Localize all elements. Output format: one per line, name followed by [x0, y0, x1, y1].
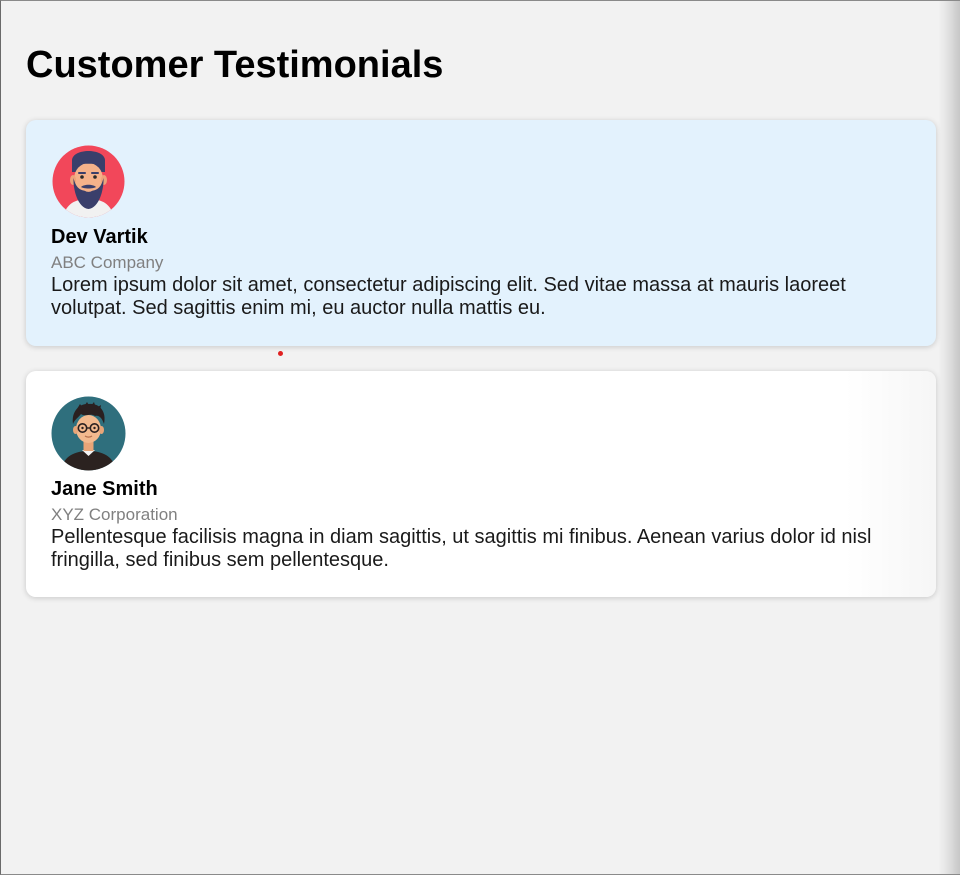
glasses-person-avatar-icon: [51, 396, 126, 471]
testimonial-quote: Lorem ipsum dolor sit amet, consectetur …: [51, 274, 846, 319]
testimonial-card-jane-smith[interactable]: Jane Smith XYZ Corporation Pellentesque …: [26, 371, 936, 597]
testimonial-name: Dev Vartik: [51, 226, 148, 248]
testimonial-name: Jane Smith: [51, 478, 158, 500]
testimonial-company: ABC Company: [51, 253, 164, 272]
bearded-man-avatar-icon: [52, 145, 125, 218]
page-title: Customer Testimonials: [26, 44, 444, 86]
testimonial-company: XYZ Corporation: [51, 505, 178, 524]
indicator-dot: [278, 351, 283, 356]
testimonial-quote: Pellentesque facilisis magna in diam sag…: [51, 526, 872, 571]
testimonial-card-dev-vartik[interactable]: Dev Vartik ABC Company Lorem ipsum dolor…: [26, 120, 936, 346]
window-edge-shadow: [938, 1, 960, 874]
